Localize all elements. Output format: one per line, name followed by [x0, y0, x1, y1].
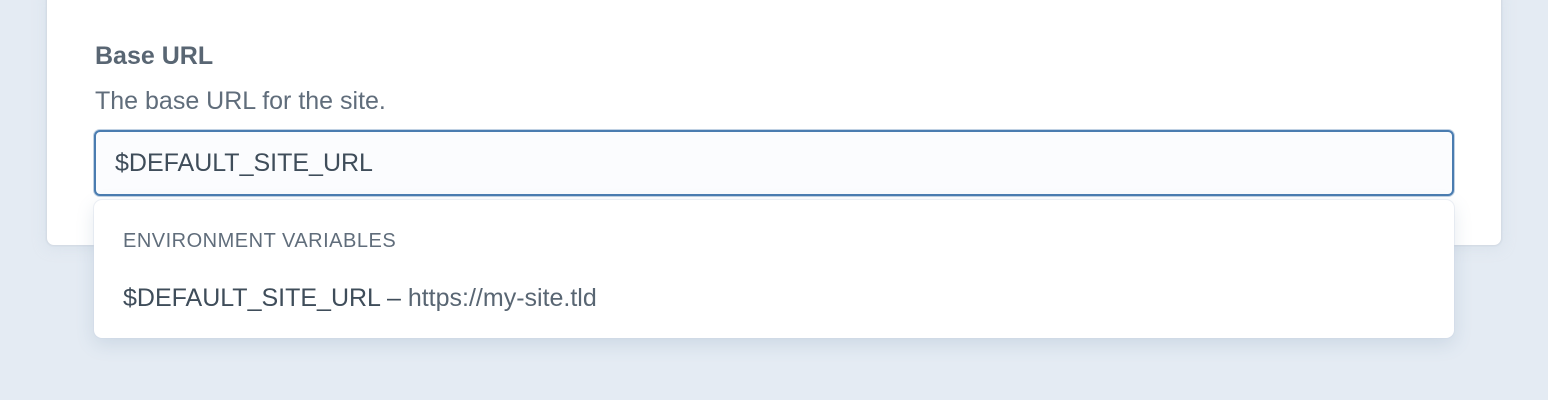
base-url-input[interactable] — [94, 130, 1454, 196]
suggestion-name: $DEFAULT_SITE_URL — [123, 284, 381, 312]
suggestions-heading: ENVIRONMENT VARIABLES — [123, 230, 397, 252]
suggestion-option[interactable]: $DEFAULT_SITE_URL – https://my-site.tld — [94, 278, 1454, 320]
autosuggest-menu: ENVIRONMENT VARIABLES $DEFAULT_SITE_URL … — [94, 200, 1454, 338]
suggestion-separator: – — [380, 284, 408, 312]
field-instructions: The base URL for the site. — [95, 87, 386, 115]
field-label: Base URL — [95, 42, 214, 70]
suggestion-value: https://my-site.tld — [407, 284, 597, 312]
